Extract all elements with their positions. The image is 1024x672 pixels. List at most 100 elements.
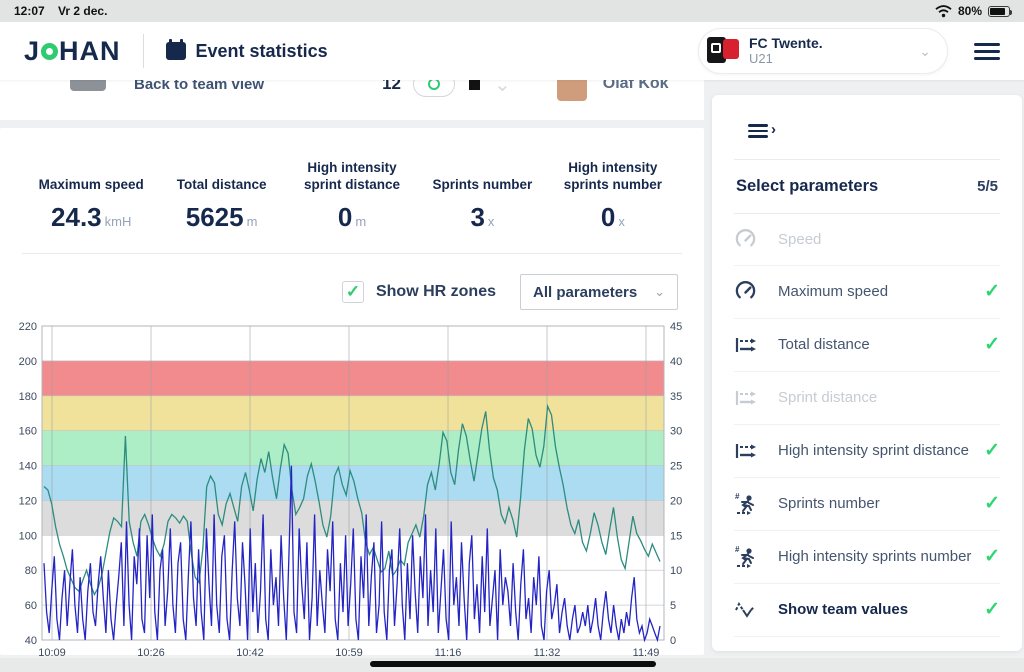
stat-unit: x [488, 214, 495, 229]
player-name: Olaf Kok [603, 80, 669, 93]
svg-text:220: 220 [19, 321, 37, 333]
team-subtitle: U21 [749, 52, 823, 67]
stat-value: 3x [421, 202, 543, 233]
player-number: 12 [382, 80, 401, 94]
svg-text:160: 160 [19, 426, 37, 438]
svg-text:35: 35 [670, 391, 682, 403]
stat-label: High intensity sprints number [552, 160, 674, 194]
stat-unit: m [355, 214, 366, 229]
stat-label: Maximum speed [30, 160, 152, 194]
back-icon[interactable] [70, 80, 106, 91]
parameter-item-sprints-number[interactable]: # Sprints number✓ [734, 478, 1000, 531]
check-icon: ✓ [984, 598, 1000, 621]
stat-item: Sprints number 3x [417, 160, 547, 233]
stat-label: High intensity sprint distance [291, 160, 413, 194]
stat-item: Maximum speed 24.3kmH [26, 160, 156, 233]
stat-unit: kmH [105, 214, 132, 229]
status-left: 12:07 Vr 2 dec. [14, 4, 117, 18]
dropdown-value: All parameters [533, 284, 637, 301]
johan-logo: JHAN [24, 36, 121, 67]
position-square-icon [469, 80, 480, 90]
show-hr-zones-checkbox[interactable]: ✓ [342, 281, 364, 303]
player-avatar [557, 80, 587, 101]
parameter-item-show-team-values[interactable]: Show team values✓ [734, 584, 1000, 637]
status-dot-icon [428, 80, 440, 90]
svg-text:#: # [735, 492, 740, 501]
parameters-panel: › Select parameters 5/5 SpeedMaximum spe… [712, 95, 1022, 651]
team-name: FC Twente. [749, 35, 823, 51]
panel-bars-icon [748, 121, 768, 141]
svg-text:180: 180 [19, 391, 37, 403]
player-status-pill [413, 80, 455, 97]
distance-icon [734, 440, 760, 462]
stat-value: 0x [552, 202, 674, 233]
stat-value: 5625m [160, 202, 282, 233]
svg-text:140: 140 [19, 461, 37, 473]
wave-icon [734, 600, 760, 620]
date: Vr 2 dec. [58, 4, 107, 18]
stat-unit: x [618, 214, 625, 229]
hr-zone-band [42, 466, 664, 501]
menu-icon[interactable] [974, 39, 1000, 64]
parameter-label: Sprint distance [778, 389, 1000, 406]
logo-text-left: J [24, 36, 40, 67]
svg-text:80: 80 [25, 565, 37, 577]
stat-item: High intensity sprint distance 0m [287, 160, 417, 233]
hr-zone-band [42, 431, 664, 466]
back-to-team-link[interactable]: Back to team view [134, 80, 264, 93]
svg-text:100: 100 [19, 530, 37, 542]
stat-label: Sprints number [421, 160, 543, 194]
chevron-down-icon: ⌄ [919, 43, 931, 60]
parameter-item-total-distance[interactable]: Total distance✓ [734, 319, 1000, 372]
select-parameters-title: Select parameters [736, 177, 878, 196]
clock: 12:07 [14, 4, 45, 18]
svg-text:30: 30 [670, 426, 682, 438]
svg-text:45: 45 [670, 321, 682, 333]
parameter-item-sprint-distance[interactable]: Sprint distance [734, 372, 1000, 425]
stat-item: Total distance 5625m [156, 160, 286, 233]
logo-o-ring [41, 43, 58, 60]
stats-row: Maximum speed 24.3kmH Total distance 562… [0, 128, 704, 251]
svg-text:25: 25 [670, 461, 682, 473]
svg-text:120: 120 [19, 495, 37, 507]
svg-text:#: # [735, 545, 740, 554]
svg-text:40: 40 [25, 635, 37, 647]
check-icon: ✓ [984, 439, 1000, 462]
distance-icon [734, 387, 760, 409]
wifi-icon [935, 5, 952, 18]
chart-svg[interactable]: 4060801001201401601802002200510152025303… [0, 318, 700, 661]
battery-percent: 80% [958, 4, 982, 18]
chevron-right-icon: › [771, 121, 776, 138]
team-selector[interactable]: FC Twente. U21 ⌄ [698, 28, 948, 74]
parameter-label: High intensity sprints number [778, 548, 984, 565]
check-icon: ✓ [984, 492, 1000, 515]
collapse-panel-button[interactable]: › [734, 95, 1000, 159]
stat-label: Total distance [160, 160, 282, 194]
sprinter-icon: # [734, 545, 760, 569]
parameter-label: Maximum speed [778, 283, 984, 300]
stats-card: Maximum speed 24.3kmH Total distance 562… [0, 128, 704, 655]
parameter-label: Sprints number [778, 495, 984, 512]
parameter-label: Show team values [778, 601, 984, 618]
battery-icon [988, 6, 1010, 17]
player-toolbar-clipped: Back to team view 12 ⌄ Olaf Kok [0, 80, 704, 120]
distance-icon [734, 334, 760, 356]
sprinter-icon: # [734, 492, 760, 516]
svg-text:5: 5 [670, 600, 676, 612]
favorite-chevron-icon[interactable]: ⌄ [494, 80, 511, 97]
parameter-label: Total distance [778, 336, 984, 353]
home-indicator[interactable] [370, 661, 656, 667]
parameter-item-high-intensity-sprint-distance[interactable]: High intensity sprint distance✓ [734, 425, 1000, 478]
check-icon: ✓ [984, 333, 1000, 356]
svg-text:15: 15 [670, 530, 682, 542]
speedometer-icon [734, 280, 760, 303]
parameters-dropdown[interactable]: All parameters ⌄ [520, 274, 678, 310]
parameter-item-speed[interactable]: Speed [734, 213, 1000, 266]
parameter-item-high-intensity-sprints-number[interactable]: #High intensity sprints number✓ [734, 531, 1000, 584]
stat-item: High intensity sprints number 0x [548, 160, 678, 233]
chevron-down-icon: ⌄ [654, 284, 665, 300]
parameter-item-maximum-speed[interactable]: Maximum speed✓ [734, 266, 1000, 319]
hr-zone-band [42, 361, 664, 396]
hr-zone-band [42, 396, 664, 431]
svg-text:200: 200 [19, 356, 37, 368]
